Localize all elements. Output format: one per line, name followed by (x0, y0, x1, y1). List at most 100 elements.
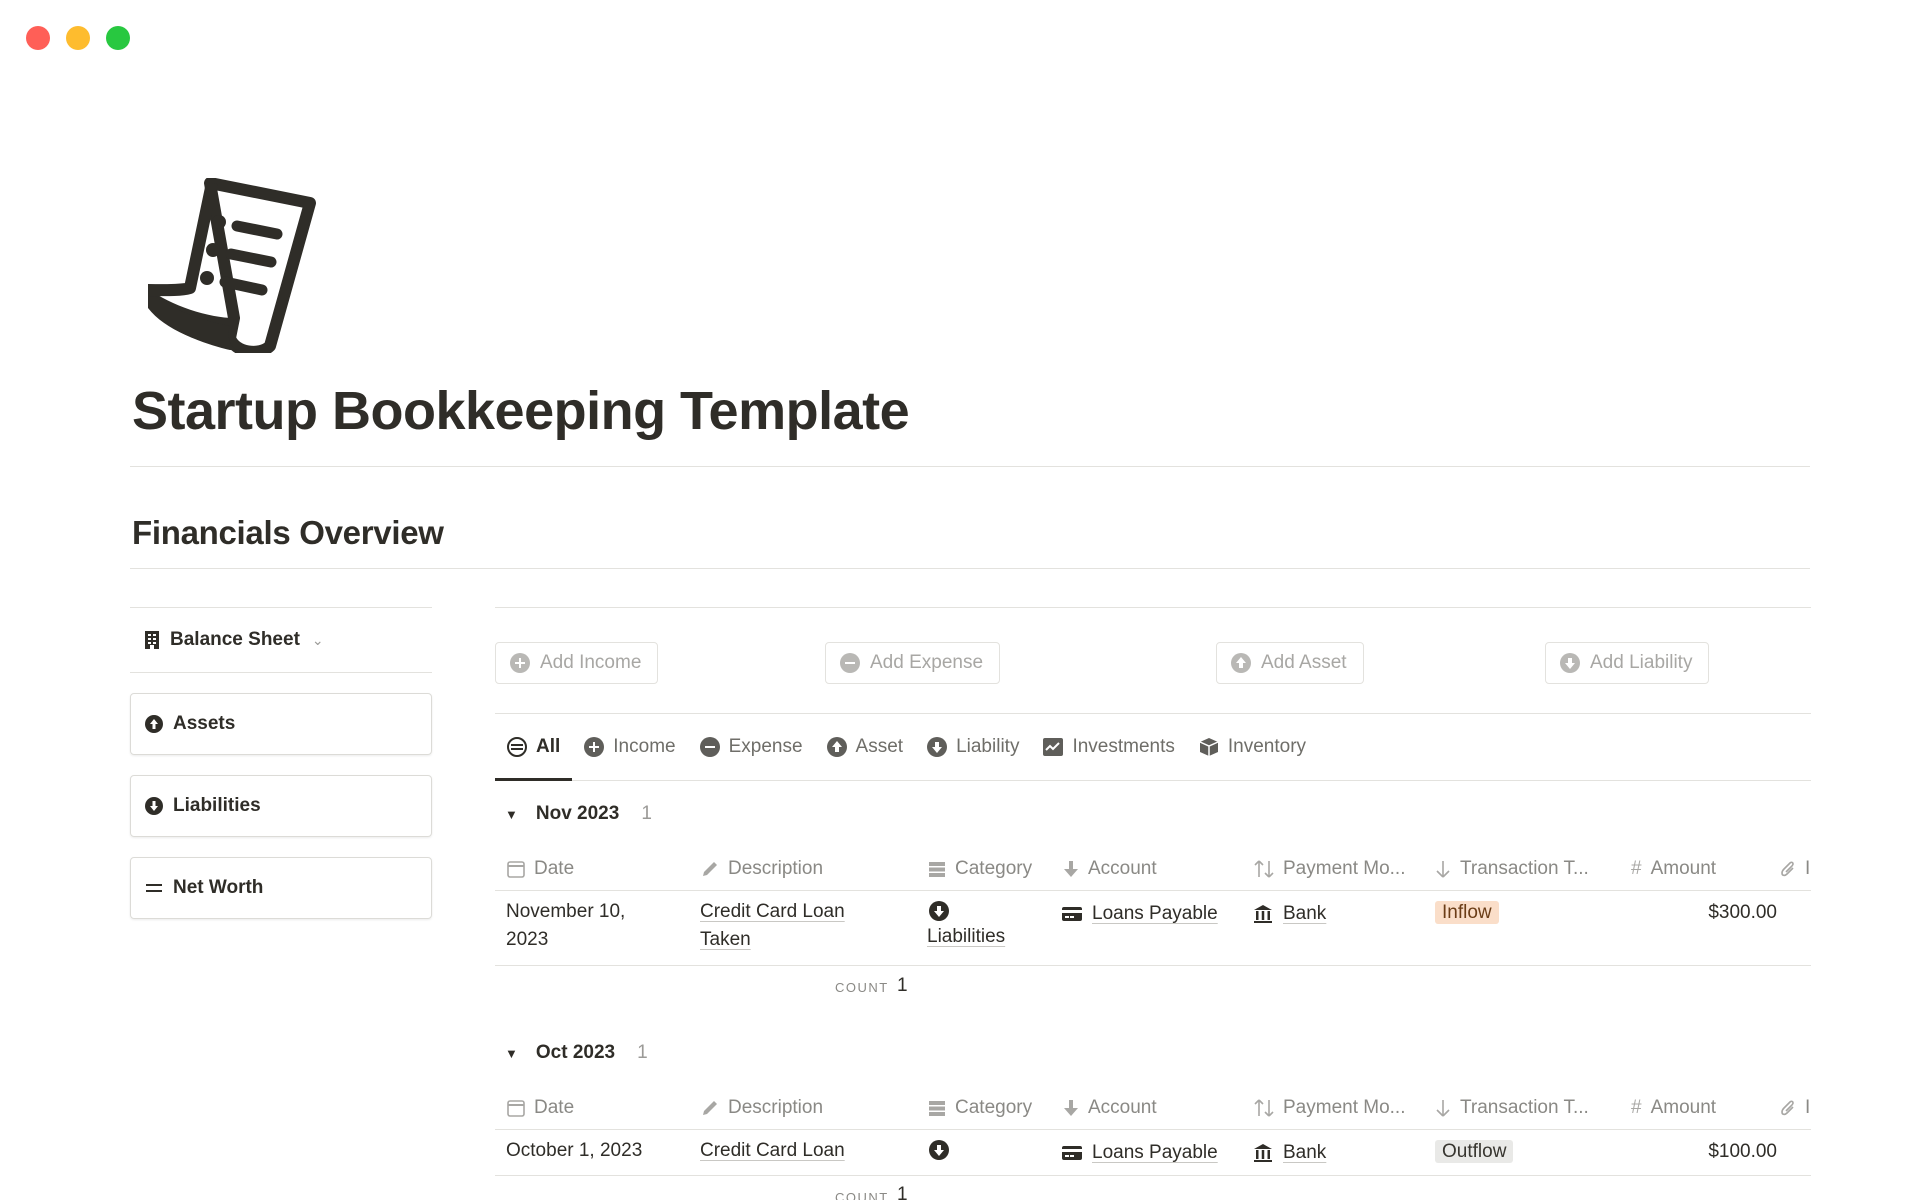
balance-sheet-panel: Balance Sheet ⌄ Assets Liabilities Net W… (130, 607, 432, 919)
hash-icon: # (1631, 858, 1642, 879)
inflow-badge: Inflow (1435, 901, 1499, 924)
table-row[interactable]: November 10, 2023 Credit Card Loan Taken… (495, 891, 1811, 966)
chevron-down-icon: ⌄ (311, 631, 324, 648)
minimize-window-button[interactable] (66, 26, 90, 50)
group-toggle-nov-2023[interactable]: ▼ Nov 2023 1 (495, 781, 1811, 847)
swap-vertical-icon (1254, 1099, 1274, 1117)
cell-description[interactable]: Credit Card Loan (700, 1137, 845, 1165)
table-row[interactable]: October 1, 2023 Credit Card Loan Loans P… (495, 1130, 1811, 1176)
close-window-button[interactable] (26, 26, 50, 50)
add-liability-button[interactable]: Add Liability (1545, 642, 1710, 684)
cell-transaction-type[interactable]: Outflow (1435, 1138, 1514, 1166)
add-asset-button[interactable]: Add Asset (1216, 642, 1364, 684)
column-category[interactable]: Category (928, 1086, 1032, 1130)
add-income-label: Add Income (540, 652, 642, 673)
column-date[interactable]: Date (507, 847, 574, 891)
group-toggle-oct-2023[interactable]: ▼ Oct 2023 1 (495, 1020, 1811, 1086)
tab-investments[interactable]: Investments (1043, 714, 1175, 780)
box-icon (1199, 738, 1219, 756)
column-description[interactable]: Description (701, 1086, 823, 1130)
column-account[interactable]: Account (1063, 847, 1157, 891)
cell-transaction-type[interactable]: Inflow (1435, 899, 1499, 927)
add-expense-button[interactable]: Add Expense (825, 642, 1001, 684)
cell-payment-mode[interactable]: Bank (1253, 1139, 1326, 1167)
column-payment-mode[interactable]: Payment Mo... (1254, 1086, 1406, 1130)
group-count: 1 (637, 1042, 648, 1063)
calendar-icon (507, 1100, 525, 1117)
cell-category[interactable]: Liabilities (927, 901, 1005, 951)
column-payment-mode[interactable]: Payment Mo... (1254, 847, 1406, 891)
tab-label: Investments (1072, 736, 1175, 757)
arrow-down-circle-icon (145, 797, 163, 815)
sidebar-item-label: Assets (173, 713, 236, 734)
arrow-down-icon (1436, 1100, 1450, 1117)
stack-icon (507, 737, 527, 757)
column-files[interactable]: I (1780, 1086, 1810, 1130)
sidebar-item-net-worth[interactable]: Net Worth (130, 857, 432, 919)
bank-icon (1254, 905, 1272, 923)
cell-payment-mode[interactable]: Bank (1253, 900, 1326, 928)
section-title: Financials Overview (132, 514, 444, 551)
add-expense-label: Add Expense (870, 652, 984, 673)
title-divider (130, 466, 1810, 467)
cell-description[interactable]: Credit Card Loan Taken (700, 898, 845, 954)
column-transaction-type[interactable]: Transaction T... (1435, 1086, 1589, 1130)
add-asset-label: Add Asset (1261, 652, 1347, 673)
maximize-window-button[interactable] (106, 26, 130, 50)
add-liability-label: Add Liability (1590, 652, 1693, 673)
arrow-down-circle-icon (929, 901, 949, 921)
hash-icon: # (1631, 1097, 1642, 1118)
building-icon (145, 631, 159, 649)
sidebar-item-assets[interactable]: Assets (130, 693, 432, 755)
balance-sheet-label: Balance Sheet (170, 629, 300, 650)
tab-expense[interactable]: Expense (699, 714, 803, 780)
count-summary[interactable]: COUNT 1 (495, 966, 1811, 1012)
count-summary[interactable]: COUNT 1 (495, 1176, 1811, 1200)
column-transaction-type[interactable]: Transaction T... (1435, 847, 1589, 891)
column-amount[interactable]: # Amount (1631, 847, 1716, 891)
cell-date: November 10, 2023 (506, 901, 626, 950)
column-account[interactable]: Account (1063, 1086, 1157, 1130)
cell-amount: $300.00 (1708, 902, 1777, 923)
arrow-down-icon (1436, 861, 1450, 878)
tab-label: Asset (855, 736, 904, 757)
tab-asset[interactable]: Asset (826, 714, 904, 780)
add-income-button[interactable]: Add Income (495, 642, 659, 684)
receipt-icon[interactable] (140, 178, 320, 353)
tab-label: All (536, 736, 561, 757)
column-description[interactable]: Description (701, 847, 823, 891)
tab-liability[interactable]: Liability (927, 714, 1019, 780)
equals-icon (146, 884, 162, 892)
column-amount[interactable]: # Amount (1631, 1086, 1716, 1130)
group-name: Nov 2023 (535, 803, 620, 824)
calendar-icon (507, 861, 525, 878)
list-icon (929, 862, 945, 877)
tab-inventory[interactable]: Inventory (1199, 714, 1306, 780)
view-tabs: All Income Expense Asset Liability Inves… (494, 714, 1811, 781)
column-category[interactable]: Category (928, 847, 1032, 891)
table-header: Date Description Category Account Paymen… (495, 847, 1811, 891)
balance-sheet-dropdown[interactable]: Balance Sheet ⌄ (130, 608, 432, 673)
pencil-icon (703, 1101, 717, 1115)
plus-circle-icon (584, 737, 605, 757)
cell-account[interactable]: Loans Payable (1062, 1139, 1218, 1167)
arrow-down-circle-icon (927, 737, 948, 757)
cell-category[interactable] (927, 1140, 949, 1160)
minus-circle-icon (840, 653, 860, 673)
tab-income[interactable]: Income (584, 714, 676, 780)
column-date[interactable]: Date (507, 1086, 574, 1130)
cell-account[interactable]: Loans Payable (1062, 900, 1218, 928)
sidebar-item-liabilities[interactable]: Liabilities (130, 775, 432, 837)
quick-actions: Add Income Add Expense Add Asset Add Lia… (495, 608, 1811, 714)
table-header: Date Description Category Account Paymen… (495, 1086, 1811, 1130)
tab-label: Income (613, 736, 676, 757)
arrow-up-circle-icon (145, 715, 163, 733)
chart-icon (1043, 738, 1064, 756)
column-files[interactable]: I (1780, 847, 1810, 891)
cell-date: October 1, 2023 (506, 1140, 643, 1161)
tab-label: Liability (956, 736, 1020, 757)
tab-all[interactable]: All (494, 714, 573, 781)
cell-amount: $100.00 (1708, 1141, 1777, 1162)
arrow-down-circle-icon (1560, 653, 1580, 673)
list-icon (929, 1101, 945, 1116)
